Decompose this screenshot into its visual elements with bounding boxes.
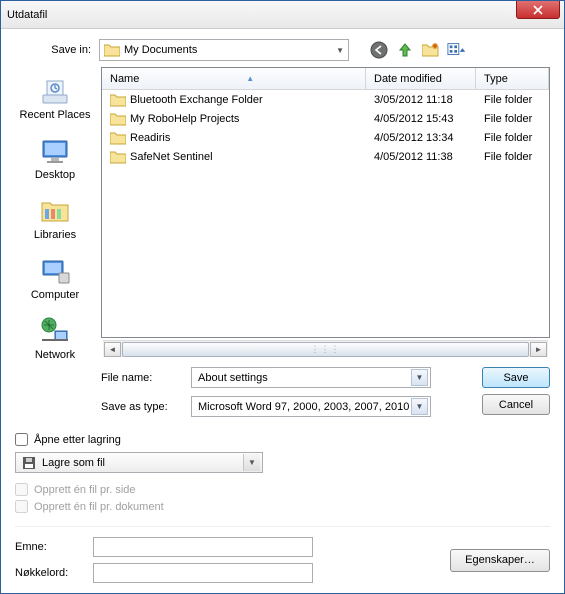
file-type: File folder (476, 113, 549, 125)
file-type: File folder (476, 94, 549, 106)
file-row[interactable]: Readiris 4/05/2012 13:34File folder (102, 128, 549, 147)
save-button[interactable]: Save (482, 367, 550, 388)
file-type: File folder (476, 132, 549, 144)
file-date: 4/05/2012 11:38 (366, 151, 476, 163)
file-date: 4/05/2012 13:34 (366, 132, 476, 144)
close-button[interactable] (516, 1, 560, 19)
sort-asc-icon: ▲ (246, 74, 254, 83)
per-page-checkbox (15, 483, 28, 496)
place-network[interactable]: Network (18, 311, 92, 365)
folder-icon (110, 112, 126, 126)
save-floppy-icon (22, 456, 36, 470)
place-libraries[interactable]: Libraries (18, 191, 92, 245)
up-button[interactable] (395, 40, 415, 60)
scroll-left-button[interactable]: ◄ (104, 342, 121, 357)
chevron-down-icon: ▼ (243, 454, 260, 471)
file-row[interactable]: SafeNet Sentinel 4/05/2012 11:38File fold… (102, 147, 549, 166)
savetype-label: Save as type: (101, 401, 181, 413)
file-list: Name▲ Date modified Type Bluetooth Excha… (101, 67, 550, 338)
close-icon (533, 5, 543, 15)
column-header-date[interactable]: Date modified (366, 68, 476, 89)
lagre-som-fil-dropdown[interactable]: Lagre som fil ▼ (15, 452, 263, 473)
cancel-button[interactable]: Cancel (482, 394, 550, 415)
column-header-name[interactable]: Name▲ (102, 68, 366, 89)
nokkelord-input[interactable] (93, 563, 313, 583)
emne-label: Emne: (15, 541, 85, 553)
filename-label: File name: (101, 372, 181, 384)
file-name: Bluetooth Exchange Folder (130, 94, 263, 106)
computer-icon (39, 255, 71, 287)
recent-places-icon (39, 75, 71, 107)
network-icon (39, 315, 71, 347)
scroll-thumb[interactable]: ⋮⋮⋮ (122, 342, 529, 357)
properties-button[interactable]: Egenskaper… (450, 549, 550, 572)
per-page-label: Opprett én fil pr. side (34, 484, 136, 496)
up-icon (397, 42, 413, 58)
back-icon (370, 41, 388, 59)
file-row[interactable]: My RoboHelp Projects 4/05/2012 15:43File … (102, 109, 549, 128)
back-button[interactable] (369, 40, 389, 60)
save-in-dropdown[interactable]: My Documents ▼ (99, 39, 349, 61)
place-recent[interactable]: Recent Places (18, 71, 92, 125)
folder-icon (104, 43, 120, 57)
folder-icon (110, 150, 126, 164)
file-name: My RoboHelp Projects (130, 113, 239, 125)
desktop-icon (39, 135, 71, 167)
place-computer[interactable]: Computer (18, 251, 92, 305)
titlebar: Utdatafil (1, 1, 564, 29)
places-bar: Recent Places Desktop Libraries Computer… (15, 67, 95, 359)
open-after-label: Åpne etter lagring (34, 434, 121, 446)
file-name: Readiris (130, 132, 170, 144)
window-title: Utdatafil (7, 9, 47, 21)
column-header-type[interactable]: Type (476, 68, 549, 89)
folder-icon (110, 131, 126, 145)
file-row[interactable]: Bluetooth Exchange Folder 3/05/2012 11:18… (102, 90, 549, 109)
place-desktop[interactable]: Desktop (18, 131, 92, 185)
view-icon (447, 42, 467, 58)
save-dialog: Utdatafil Save in: My Documents ▼ (0, 0, 565, 594)
folder-icon (110, 93, 126, 107)
new-folder-icon (422, 42, 440, 58)
save-in-label: Save in: (45, 44, 91, 56)
per-document-label: Opprett én fil pr. dokument (34, 501, 164, 513)
libraries-icon (39, 195, 71, 227)
nokkelord-label: Nøkkelord: (15, 567, 85, 579)
filename-input[interactable]: About settings ▼ (191, 367, 431, 388)
per-document-checkbox (15, 500, 28, 513)
view-menu-button[interactable] (447, 40, 467, 60)
new-folder-button[interactable] (421, 40, 441, 60)
chevron-down-icon: ▼ (336, 46, 344, 55)
open-after-checkbox[interactable] (15, 433, 28, 446)
file-name: SafeNet Sentinel (130, 151, 213, 163)
scroll-right-button[interactable]: ► (530, 342, 547, 357)
horizontal-scrollbar[interactable]: ◄ ⋮⋮⋮ ► (103, 340, 548, 357)
chevron-down-icon: ▼ (411, 398, 428, 415)
file-type: File folder (476, 151, 549, 163)
emne-input[interactable] (93, 537, 313, 557)
file-date: 3/05/2012 11:18 (366, 94, 476, 106)
file-date: 4/05/2012 15:43 (366, 113, 476, 125)
savetype-dropdown[interactable]: Microsoft Word 97, 2000, 2003, 2007, 201… (191, 396, 431, 417)
chevron-down-icon: ▼ (411, 369, 428, 386)
save-in-value: My Documents (124, 44, 197, 56)
